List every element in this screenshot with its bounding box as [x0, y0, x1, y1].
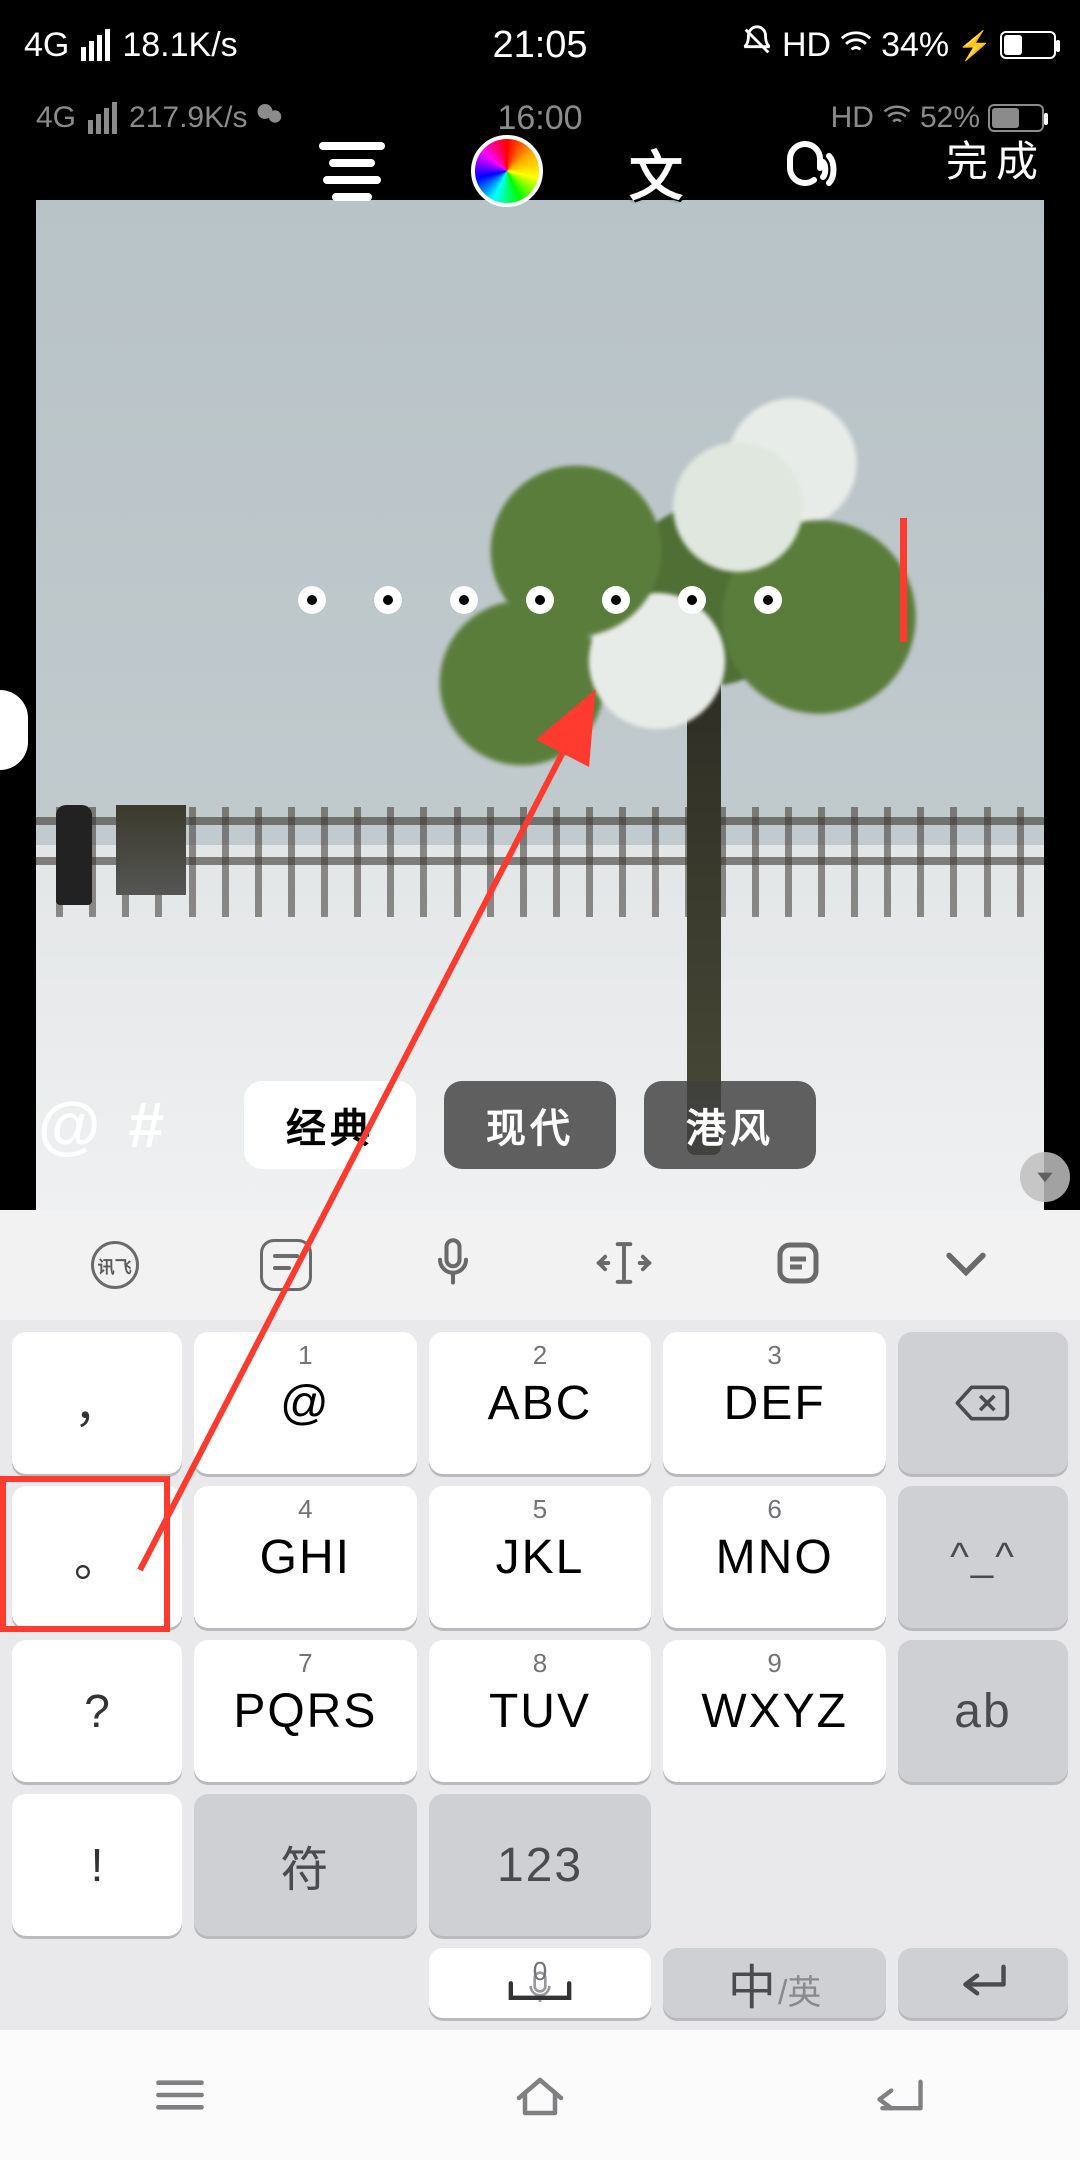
key-backspace[interactable]	[898, 1332, 1068, 1474]
ime-toolbar: 讯飞	[0, 1210, 1080, 1320]
typed-char	[298, 586, 326, 614]
style-chip-row: @ # 经典 现代 港风	[38, 1072, 1042, 1178]
key-symbols[interactable]: 符	[194, 1794, 417, 1936]
net-speed: 18.1K/s	[122, 26, 237, 65]
text-input-overlay[interactable]	[0, 586, 1080, 614]
key-period[interactable]: 。	[12, 1486, 182, 1628]
key-3-def[interactable]: 3DEF	[663, 1332, 886, 1474]
ime-phrases-button[interactable]	[774, 1239, 822, 1292]
ime-brand-button[interactable]: 讯飞	[91, 1241, 139, 1289]
key-4-ghi[interactable]: 4GHI	[194, 1486, 417, 1628]
key-question[interactable]: ?	[12, 1640, 182, 1782]
photo-tree	[444, 375, 944, 1155]
text-to-speech-button[interactable]	[769, 135, 841, 207]
signal-bars-icon	[81, 29, 110, 61]
scroll-down-button[interactable]	[1020, 1152, 1070, 1202]
ime-cursor-button[interactable]	[595, 1241, 653, 1290]
ime-voice-button[interactable]	[433, 1237, 473, 1294]
key-emoji[interactable]: ^_^	[898, 1486, 1068, 1628]
key-7-pqrs[interactable]: 7PQRS	[194, 1640, 417, 1782]
nav-home-button[interactable]	[485, 2072, 595, 2118]
photo-bush	[116, 805, 186, 895]
key-5-jkl[interactable]: 5JKL	[429, 1486, 652, 1628]
typed-char	[602, 586, 630, 614]
typed-char	[374, 586, 402, 614]
style-chip-modern[interactable]: 现代	[444, 1081, 616, 1169]
style-chip-hk[interactable]: 港风	[644, 1081, 816, 1169]
hd-label: HD	[782, 26, 831, 65]
charging-icon: ⚡	[957, 29, 992, 62]
key-ab-switch[interactable]: ab	[898, 1640, 1068, 1782]
key-8-tuv[interactable]: 8TUV	[429, 1640, 652, 1782]
key-comma[interactable]: ，	[12, 1332, 182, 1474]
punctuation-column: ， 。 ?	[12, 1332, 182, 1782]
battery-percent: 34%	[881, 26, 949, 65]
clock: 21:05	[492, 24, 587, 67]
typed-char	[754, 586, 782, 614]
nav-back-button[interactable]	[845, 2072, 955, 2118]
keyboard: ， 。 ? 1@ 2ABC 3DEF 4GHI 5JKL 6MNO ^_^ 7P…	[0, 1320, 1080, 2030]
wifi-icon	[839, 26, 873, 65]
style-chip-classic[interactable]: 经典	[244, 1081, 416, 1169]
battery-icon	[1000, 31, 1056, 59]
key-enter[interactable]	[898, 1948, 1068, 2018]
typed-char	[678, 586, 706, 614]
hashtag-button[interactable]: #	[128, 1088, 164, 1162]
font-style-button[interactable]: 文	[629, 132, 683, 211]
key-exclaim[interactable]: !	[12, 1794, 182, 1936]
key-9-wxyz[interactable]: 9WXYZ	[663, 1640, 886, 1782]
ime-clipboard-button[interactable]	[260, 1239, 312, 1291]
key-6-mno[interactable]: 6MNO	[663, 1486, 886, 1628]
text-cursor	[900, 518, 907, 642]
key-1-at[interactable]: 1@	[194, 1332, 417, 1474]
system-navbar	[0, 2030, 1080, 2160]
mention-button[interactable]: @	[38, 1088, 100, 1162]
side-handle[interactable]	[0, 690, 28, 770]
color-picker-button[interactable]	[471, 135, 543, 207]
mute-icon	[740, 24, 774, 67]
nav-recent-button[interactable]	[125, 2072, 235, 2118]
outer-status-bar: 4G 18.1K/s 21:05 HD 34% ⚡	[0, 0, 1080, 90]
typed-char	[450, 586, 478, 614]
key-space[interactable]: 0	[429, 1948, 652, 2018]
text-align-button[interactable]	[319, 142, 385, 201]
photo-person	[56, 805, 92, 905]
ime-collapse-button[interactable]	[943, 1248, 989, 1283]
key-2-abc[interactable]: 2ABC	[429, 1332, 652, 1474]
network-label: 4G	[24, 26, 69, 65]
typed-char	[526, 586, 554, 614]
editor-toolbar: 文	[0, 116, 1080, 226]
key-language-switch[interactable]: 中 /英	[663, 1948, 886, 2018]
key-numbers[interactable]: 123	[429, 1794, 652, 1936]
